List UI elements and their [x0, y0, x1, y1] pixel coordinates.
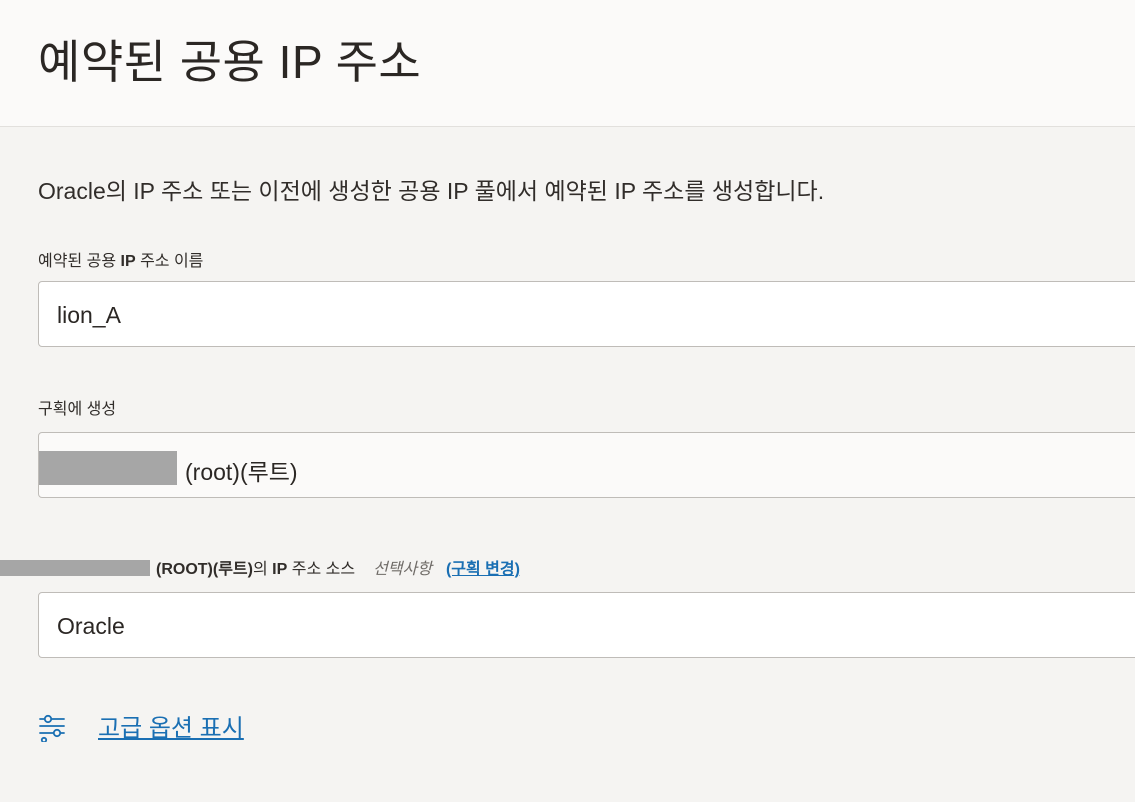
name-input[interactable]: lion_A — [38, 281, 1135, 347]
name-label-ip: IP — [120, 253, 136, 270]
intro-text: Oracle의 IP 주소 또는 이전에 생성한 공용 IP 풀에서 예약된 I… — [38, 178, 825, 204]
ip-source-label-suffix: 주소 소스 — [287, 561, 356, 578]
compartment-field-label: 구획에 생성 — [38, 401, 117, 418]
page-header: 예약된 공용 IP 주소 — [0, 0, 1135, 127]
show-advanced-options[interactable]: 고급 옵션 표시 — [38, 708, 244, 743]
change-compartment-link[interactable]: (구획 변경) — [446, 561, 520, 578]
ip-source-label-mid: 의 — [252, 561, 273, 578]
name-label-prefix: 예약된 공용 — [38, 253, 121, 270]
name-field-label: 예약된 공용 IP 주소 이름 — [38, 247, 203, 271]
ip-source-select[interactable]: Oracle — [38, 592, 1135, 658]
sliders-icon[interactable] — [38, 710, 66, 742]
ip-source-label-bold: (ROOT)(루트) — [156, 561, 253, 578]
ip-source-field-label: (ROOT)(루트)의 IP 주소 소스 선택사항 (구획 변경) — [0, 555, 520, 579]
show-advanced-options-link[interactable]: 고급 옵션 표시 — [98, 708, 244, 743]
name-label-suffix: 주소 이름 — [135, 253, 204, 270]
ip-source-label-ip: IP — [272, 561, 288, 578]
compartment-select-value[interactable]: (root)(루트) — [185, 453, 298, 487]
page-title: 예약된 공용 IP 주소 — [38, 36, 422, 88]
compartment-select[interactable]: (root)(루트) — [38, 432, 1135, 498]
ip-source-select-value[interactable]: Oracle — [57, 613, 125, 640]
redacted-compartment-name — [39, 451, 177, 485]
optional-tag: 선택사항 — [373, 561, 432, 578]
name-input-value[interactable]: lion_A — [57, 302, 121, 329]
redacted-tenancy-name — [0, 560, 150, 576]
